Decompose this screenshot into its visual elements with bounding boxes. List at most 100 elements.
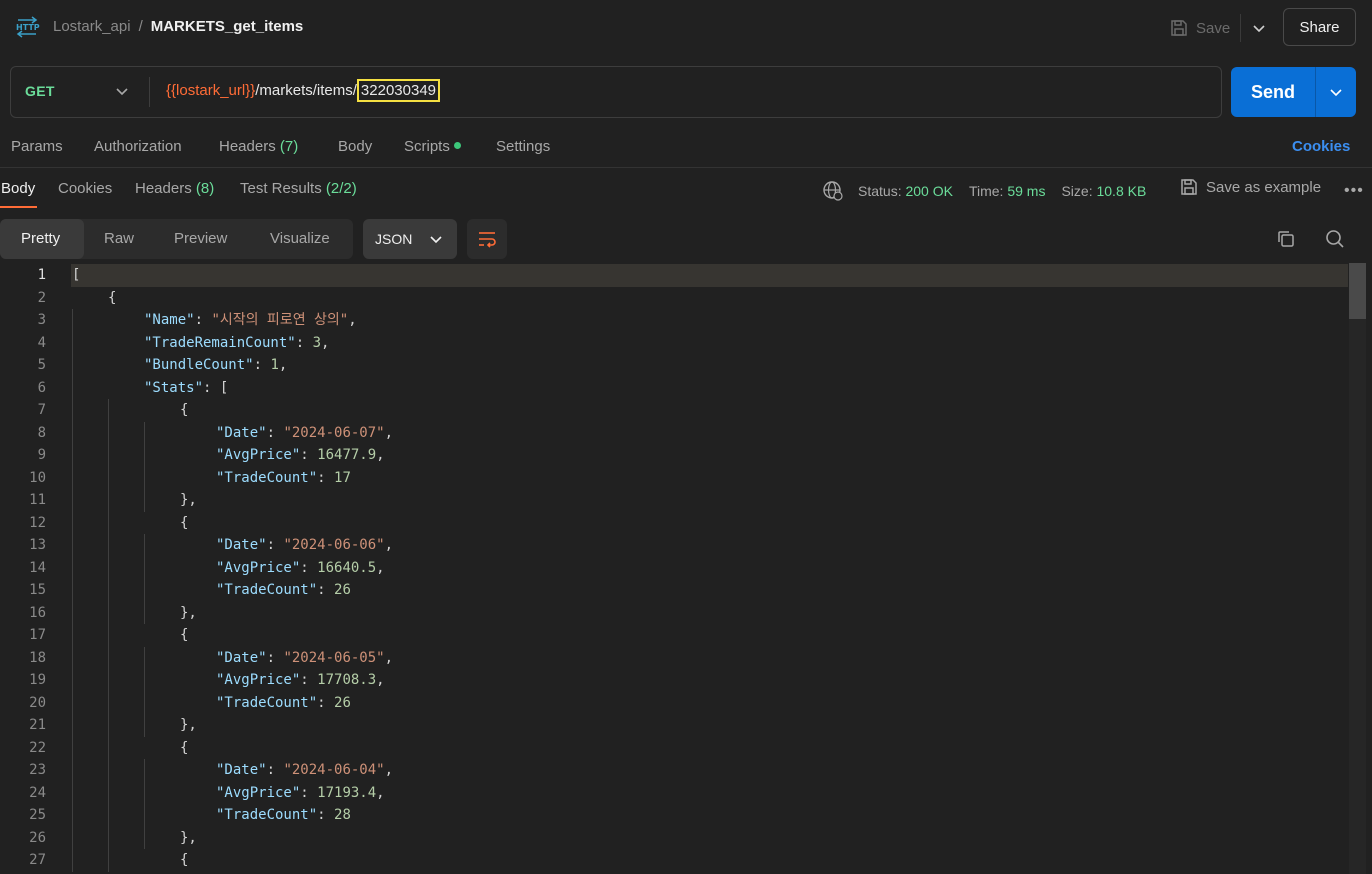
json-punct: },: [180, 492, 197, 508]
json-key: "AvgPrice": [216, 672, 301, 688]
view-mode-preview[interactable]: Preview: [174, 230, 227, 247]
save-options-button[interactable]: [1240, 14, 1276, 42]
tab-headers-count: (7): [279, 138, 299, 155]
line-number: 11: [29, 492, 46, 508]
line-number: 20: [29, 694, 46, 711]
view-mode-pretty[interactable]: Pretty: [21, 230, 60, 247]
send-button-group: Send: [1231, 67, 1356, 117]
globe-icon[interactable]: [822, 180, 844, 202]
json-key: "Date": [216, 649, 267, 666]
json-number: 17708.3: [317, 672, 377, 688]
line-number: 18: [29, 649, 46, 666]
code-text: "Stats": [: [144, 377, 228, 400]
search-icon[interactable]: [1325, 229, 1345, 249]
code-line: 26},: [0, 827, 1348, 850]
response-tab-test-results[interactable]: Test Results (2/2): [240, 180, 357, 197]
code-line: 15 "TradeCount": 26: [0, 579, 1348, 602]
save-button[interactable]: Save: [1170, 14, 1230, 42]
line-number: 6: [37, 379, 46, 396]
method-select[interactable]: GET: [25, 83, 55, 99]
line-number: 8: [37, 424, 46, 441]
json-punct: :: [317, 582, 335, 598]
scrollbar-track[interactable]: [1349, 263, 1366, 874]
svg-text:HTTP: HTTP: [16, 23, 40, 32]
scrollbar-thumb[interactable]: [1349, 263, 1366, 319]
save-icon: [1171, 20, 1187, 36]
tab-params[interactable]: Params: [11, 138, 63, 155]
json-key: "AvgPrice": [216, 784, 301, 801]
save-as-example-button[interactable]: Save as example: [1180, 178, 1321, 196]
response-tabs: Body Cookies Headers (8) Test Results (2…: [0, 170, 1372, 210]
code-line: 9 "AvgPrice": 16477.9,: [0, 444, 1348, 467]
response-status: Status: 200 OK Time: 59 ms Size: 10.8 KB: [822, 180, 1146, 202]
tab-authorization[interactable]: Authorization: [94, 138, 182, 155]
view-mode-raw[interactable]: Raw: [104, 230, 134, 247]
copy-icon[interactable]: [1276, 229, 1296, 249]
code-text: {: [180, 737, 188, 760]
line-number: 15: [29, 582, 46, 598]
breadcrumb-separator: /: [138, 18, 143, 35]
code-text: "TradeCount": 17: [216, 467, 351, 490]
line-number: 9: [37, 447, 46, 463]
json-number: 16640.5: [317, 559, 377, 576]
tab-settings[interactable]: Settings: [496, 138, 550, 155]
json-punct: :: [266, 537, 284, 553]
format-select[interactable]: JSON: [363, 219, 457, 259]
code-line: 3 "Name": "시작의 피로연 상의",: [0, 309, 1348, 332]
code-line: 8 "Date": "2024-06-07",: [0, 422, 1348, 445]
json-punct: ,: [384, 537, 394, 553]
divider: [0, 167, 1372, 168]
response-tab-test-results-label: Test Results: [240, 180, 322, 197]
tab-scripts[interactable]: Scripts: [404, 138, 461, 155]
line-number: 17: [29, 627, 46, 643]
tab-body[interactable]: Body: [338, 138, 372, 155]
view-mode-visualize[interactable]: Visualize: [270, 230, 330, 247]
size-value[interactable]: 10.8 KB: [1096, 183, 1146, 199]
response-tab-body[interactable]: Body: [1, 180, 35, 197]
send-button[interactable]: Send: [1231, 67, 1315, 117]
code-text: "BundleCount": 1,: [144, 354, 287, 377]
json-punct: ,: [384, 762, 394, 778]
json-punct: ,: [348, 312, 357, 328]
save-as-example-label: Save as example: [1206, 178, 1322, 196]
line-number: 19: [29, 672, 46, 688]
code-text: {: [180, 512, 188, 535]
json-punct: :: [295, 334, 313, 351]
wrap-lines-button[interactable]: [467, 219, 507, 259]
share-button[interactable]: Share: [1283, 8, 1356, 46]
code-text: "AvgPrice": 17193.4,: [216, 782, 385, 805]
time-value[interactable]: 59 ms: [1007, 183, 1045, 199]
code-text: "AvgPrice": 17708.3,: [216, 669, 385, 692]
code-line: 1[: [0, 264, 1348, 287]
json-punct: :: [266, 762, 284, 778]
json-string: "2024-06-07": [283, 424, 385, 441]
status-value[interactable]: 200 OK: [905, 183, 952, 199]
json-punct: },: [180, 717, 197, 733]
more-options-icon[interactable]: •••: [1344, 182, 1364, 200]
view-mode-group: Pretty Raw Preview Visualize: [0, 219, 353, 259]
response-tab-headers[interactable]: Headers (8): [135, 180, 214, 197]
chevron-down-icon: [1330, 89, 1342, 97]
breadcrumb-collection[interactable]: Lostark_api: [53, 18, 131, 35]
json-punct: ,: [321, 334, 330, 351]
cookies-link[interactable]: Cookies: [1292, 138, 1350, 155]
json-punct: },: [180, 604, 197, 621]
code-line: 27 {: [0, 849, 1348, 872]
line-number: 5: [37, 357, 46, 373]
json-key: "BundleCount": [144, 357, 254, 373]
response-body-code[interactable]: 1[2{3 "Name": "시작의 피로연 상의", 4 "TradeRemainC…: [0, 263, 1372, 874]
status-label: Status:: [858, 183, 902, 199]
send-options-button[interactable]: [1315, 67, 1356, 117]
code-text: "Date": "2024-06-05",: [216, 647, 393, 670]
code-text: "AvgPrice": 16477.9,: [216, 444, 385, 467]
json-punct: ,: [376, 447, 385, 463]
line-number: 27: [29, 852, 46, 868]
chevron-down-icon[interactable]: [115, 84, 129, 98]
request-name[interactable]: MARKETS_get_items: [151, 18, 304, 35]
code-text: {: [180, 849, 188, 872]
line-number: 14: [29, 559, 46, 576]
response-tab-cookies[interactable]: Cookies: [58, 180, 112, 197]
url-input[interactable]: {{lostark_url}}/markets/items/322030349: [166, 79, 441, 102]
line-number: 13: [29, 537, 46, 553]
tab-headers[interactable]: Headers (7): [219, 138, 298, 155]
